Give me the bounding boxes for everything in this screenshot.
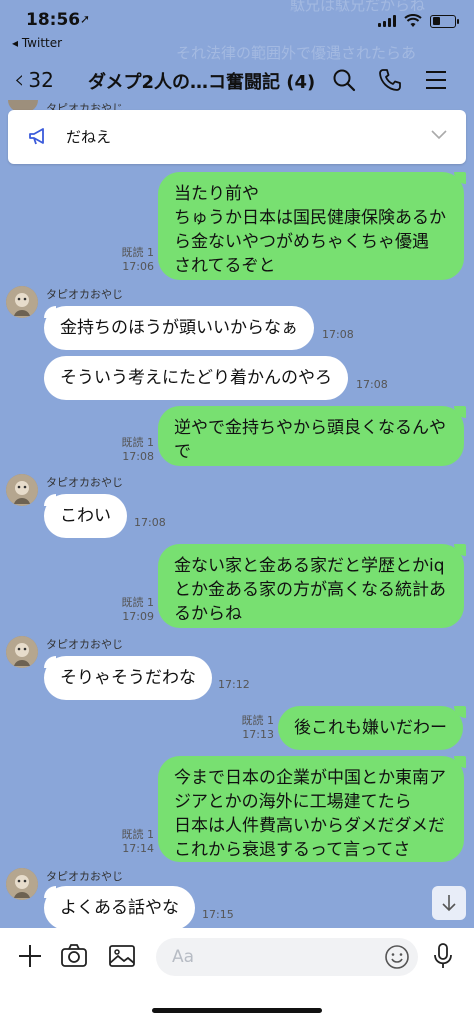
message-bubble-received[interactable]: 金持ちのほうが頭いいからなぁ — [44, 306, 314, 350]
unread-count: 32 — [28, 68, 54, 92]
announcement-text: だねえ — [66, 128, 112, 146]
message-line: とか金ある家の方が高くなる統計あ — [174, 580, 446, 600]
message-line: されてるぞと — [174, 256, 276, 276]
message-meta: 既読 1 17:13 — [232, 714, 275, 742]
message-text: こわい — [60, 506, 111, 526]
message-time: 17:08 — [322, 328, 354, 341]
message-time: 17:09 — [122, 610, 154, 623]
sender-name: タピオカおやじ — [46, 638, 123, 651]
message-bubble-sent[interactable]: 逆やで金持ちやから頭良くなるんや で — [158, 406, 464, 466]
menu-icon[interactable] — [422, 66, 450, 94]
arrow-down-icon — [442, 895, 456, 912]
message-meta: 既読 1 17:09 — [112, 596, 155, 624]
avatar[interactable] — [6, 636, 38, 668]
message-time: 17:13 — [242, 728, 274, 741]
back-button[interactable]: ‹ 32 — [14, 58, 54, 102]
message-text: そういう考えにたどり着かんのやろ — [60, 368, 332, 388]
sender-name: タピオカおやじ — [46, 288, 123, 301]
message-bubble-received[interactable]: よくある話やな — [44, 886, 195, 930]
chat-title[interactable]: ダメプ2人の…コ奮闘記 (4) — [88, 68, 315, 94]
back-to-app-link[interactable]: ◂ Twitter — [12, 36, 62, 50]
scroll-to-bottom-button[interactable] — [432, 886, 466, 920]
sender-name: タピオカおやじ — [46, 476, 123, 489]
emoji-icon[interactable] — [384, 944, 410, 970]
message-line: るからね — [174, 604, 242, 624]
sender-name: タピオカおやじ — [46, 870, 123, 883]
microphone-icon[interactable] — [432, 942, 454, 970]
read-receipt: 既読 1 — [121, 596, 155, 609]
message-line: 当たり前や — [174, 184, 259, 204]
message-line: 今まで日本の企業が中国とか東南ア — [174, 768, 446, 788]
message-line: 金ない家と金ある家だと学歴とかiq — [174, 556, 445, 576]
message-line: ら金ないやつがめちゃくちゃ優遇 — [174, 232, 429, 252]
message-line: 逆やで金持ちやから頭良くなるんや — [174, 418, 446, 438]
read-receipt: 既読 1 — [121, 828, 155, 841]
message-line: ちゅうか日本は国民健康保険あるか — [174, 208, 446, 228]
home-indicator — [152, 1008, 322, 1013]
announcement-bar[interactable]: だねえ — [8, 110, 466, 164]
bubble-tail — [44, 494, 56, 506]
message-bubble-received[interactable]: こわい — [44, 494, 127, 538]
location-arrow-icon: ➚ — [80, 12, 91, 26]
message-bubble-received[interactable]: そりゃそうだわな — [44, 656, 212, 700]
message-input[interactable] — [156, 938, 418, 976]
avatar[interactable] — [6, 474, 38, 506]
bubble-tail — [44, 886, 56, 898]
signal-icon — [378, 15, 396, 27]
camera-icon[interactable] — [60, 942, 88, 970]
message-text: そりゃそうだわな — [60, 668, 196, 688]
message-bubble-sent[interactable]: 今まで日本の企業が中国とか東南ア ジアとかの海外に工場建てたら 日本は人件費高い… — [158, 756, 464, 862]
message-text: 金持ちのほうが頭いいからなぁ — [60, 318, 298, 338]
message-time: 17:08 — [122, 450, 154, 463]
message-time: 17:08 — [134, 516, 166, 529]
message-meta: 既読 1 17:08 — [112, 436, 155, 464]
message-line: ジアとかの海外に工場建てたら — [174, 792, 412, 812]
wifi-icon — [404, 14, 422, 27]
message-line: で — [174, 442, 191, 462]
avatar[interactable] — [6, 286, 38, 318]
message-bubble-sent[interactable]: 当たり前や ちゅうか日本は国民健康保険あるか ら金ないやつがめちゃくちゃ優遇 さ… — [158, 172, 464, 280]
message-text: よくある話やな — [60, 898, 179, 918]
message-time: 17:15 — [202, 908, 234, 921]
read-receipt: 既読 1 — [121, 246, 155, 259]
message-line: これから衰退するって言ってさ — [174, 840, 411, 860]
search-icon[interactable] — [330, 66, 358, 94]
bubble-tail — [44, 656, 56, 668]
message-time: 17:06 — [122, 260, 154, 273]
message-bubble-sent[interactable]: 金ない家と金ある家だと学歴とかiq とか金ある家の方が高くなる統計あ るからね — [158, 544, 464, 628]
message-line: 日本は人件費高いからダメだダメだ — [174, 816, 445, 836]
plus-icon[interactable] — [16, 942, 44, 970]
status-time: 18:56 — [26, 10, 81, 30]
message-meta: 既読 1 17:14 — [112, 828, 155, 856]
bubble-tail — [44, 306, 56, 318]
read-receipt: 既読 1 — [241, 714, 275, 727]
message-text: 後これも嫌いだわー — [294, 718, 447, 738]
message-meta: 既読 1 17:06 — [112, 246, 155, 274]
message-input-bar — [0, 928, 474, 1024]
battery-icon — [430, 14, 459, 28]
message-time: 17:14 — [122, 842, 154, 855]
chat-header: ‹ 32 ダメプ2人の…コ奮闘記 (4) — [0, 58, 474, 102]
background-ghost-text: 駄兄は駄兄だからね — [290, 0, 426, 14]
chevron-down-icon[interactable] — [430, 128, 448, 140]
avatar[interactable] — [6, 868, 38, 900]
message-time: 17:12 — [218, 678, 250, 691]
image-icon[interactable] — [108, 942, 136, 970]
chevron-left-icon: ‹ — [14, 65, 25, 95]
message-bubble-received[interactable]: そういう考えにたどり着かんのやろ — [44, 356, 348, 400]
read-receipt: 既読 1 — [121, 436, 155, 449]
phone-icon[interactable] — [376, 66, 404, 94]
megaphone-icon — [29, 128, 44, 145]
message-time: 17:08 — [356, 378, 388, 391]
message-bubble-sent[interactable]: 後これも嫌いだわー — [278, 706, 463, 750]
